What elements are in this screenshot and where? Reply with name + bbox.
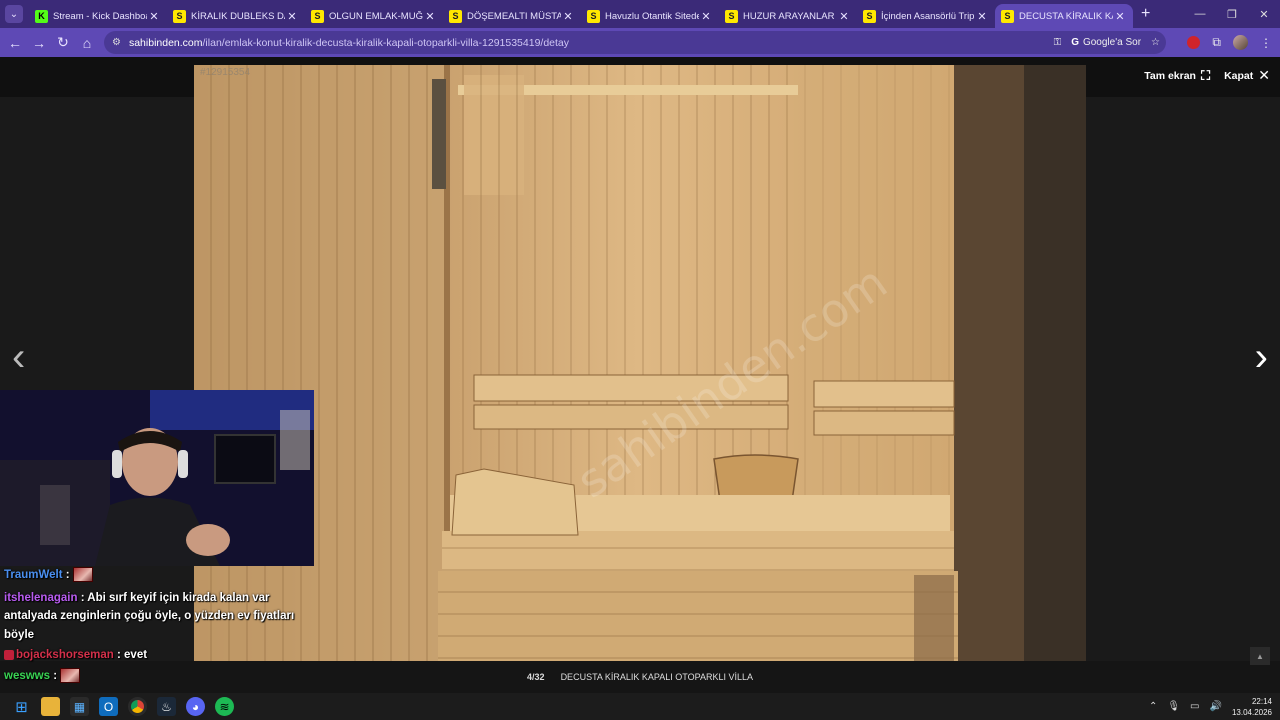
discord-icon[interactable]: ◕ bbox=[186, 697, 205, 716]
address-toolbar: ← → ↻ ⌂ ⚙ sahibinden.com/ilan/emlak-konu… bbox=[0, 28, 1280, 57]
url-text: sahibinden.com/ilan/emlak-konut-kiralik-… bbox=[128, 36, 570, 49]
fullscreen-button[interactable]: Tam ekran ⛶ bbox=[1144, 68, 1210, 84]
tab-title: Havuzlu Otantik Sitede Ki bbox=[605, 10, 699, 22]
close-tab-icon[interactable]: ✕ bbox=[699, 10, 713, 23]
chat-username: weswws bbox=[4, 669, 51, 682]
url-bar[interactable]: ⚙ sahibinden.com/ilan/emlak-konut-kirali… bbox=[104, 31, 1166, 54]
tab-title: Stream - Kick Dashboard bbox=[53, 10, 147, 22]
chat-badge-icon bbox=[4, 649, 14, 660]
next-photo-arrow-icon[interactable]: › bbox=[1255, 335, 1268, 380]
new-tab-button[interactable]: + bbox=[1141, 5, 1150, 23]
window-controls: — ❐ ✕ bbox=[1184, 0, 1280, 28]
close-tab-icon[interactable]: ✕ bbox=[147, 10, 161, 23]
chat-username: TraumWelt bbox=[4, 569, 63, 581]
close-tab-icon[interactable]: ✕ bbox=[423, 10, 437, 23]
spotify-icon[interactable]: ≋ bbox=[215, 697, 234, 716]
file-explorer-icon[interactable] bbox=[41, 697, 60, 716]
chat-message: TraumWelt : bbox=[4, 566, 314, 585]
tab-4[interactable]: S Havuzlu Otantik Sitede Ki ✕ bbox=[581, 4, 719, 28]
chat-message: itshelenagain : Abi sırf keyif için kira… bbox=[4, 591, 295, 641]
tab-0[interactable]: K Stream - Kick Dashboard ✕ bbox=[29, 4, 167, 28]
sahibinden-favicon-icon: S bbox=[449, 9, 462, 23]
outlook-icon[interactable]: O bbox=[99, 697, 118, 716]
tab-title: İçinden Asansörlü Triplek bbox=[881, 10, 975, 22]
tab-1[interactable]: S KİRALIK DUBLEKS DAİRE ✕ bbox=[167, 4, 305, 28]
chat-username: bojackshorseman bbox=[16, 649, 114, 661]
menu-dots-icon[interactable]: ⋮ bbox=[1260, 36, 1272, 50]
tab-6[interactable]: S İçinden Asansörlü Triplek ✕ bbox=[857, 4, 995, 28]
emote-icon bbox=[60, 667, 81, 683]
extension-red-icon[interactable] bbox=[1187, 36, 1201, 49]
tab-2[interactable]: S OLGUN EMLAK-MUĞLA M ✕ bbox=[305, 4, 443, 28]
browser-tab-bar: ⌄ K Stream - Kick Dashboard ✕ S KİRALIK … bbox=[0, 0, 1280, 28]
forward-icon[interactable]: → bbox=[27, 31, 51, 55]
tab-5[interactable]: S HUZUR ARAYANLAR İÇİN ✕ bbox=[719, 4, 857, 28]
tab-3[interactable]: S DÖŞEMEALTI MÜSTAKİL 4 ✕ bbox=[443, 4, 581, 28]
site-info-icon[interactable]: ⚙ bbox=[112, 37, 121, 48]
display-icon[interactable]: ▭ bbox=[1190, 701, 1199, 712]
chat-username: itshelenagain bbox=[4, 591, 78, 604]
sahibinden-favicon-icon: S bbox=[1001, 9, 1014, 23]
tab-title: DECUSTA KİRALIK KAPALI bbox=[1019, 10, 1113, 22]
clock-date: 13.04.2026 bbox=[1231, 707, 1272, 717]
bookmark-star-icon[interactable]: ☆ bbox=[1151, 37, 1160, 48]
stream-chat: TraumWelt : itshelenagain : Abi sırf key… bbox=[0, 566, 314, 685]
windows-taskbar: ⊞ ▦ O ♨ ◕ ≋ ⌃ 🎙 ▭ 🔊 22:14 13.04.2026 bbox=[0, 693, 1280, 720]
sahibinden-favicon-icon: S bbox=[863, 9, 876, 23]
tab-title: OLGUN EMLAK-MUĞLA M bbox=[329, 10, 423, 22]
back-icon[interactable]: ← bbox=[3, 31, 27, 55]
volume-icon[interactable]: 🔊 bbox=[1210, 701, 1222, 712]
close-tab-icon[interactable]: ✕ bbox=[837, 10, 851, 23]
close-window-icon[interactable]: ✕ bbox=[1248, 0, 1280, 28]
extensions-puzzle-icon[interactable]: ⧉ bbox=[1212, 35, 1221, 50]
key-icon[interactable]: ⚿ bbox=[1054, 37, 1062, 48]
close-tab-icon[interactable]: ✕ bbox=[1113, 10, 1127, 23]
tray-expand-icon[interactable]: ⌃ bbox=[1149, 701, 1157, 712]
photo-counter: 4/32 bbox=[527, 672, 545, 682]
tab-title: DÖŞEMEALTI MÜSTAKİL 4 bbox=[467, 10, 561, 22]
listing-photo: sahibinden.com bbox=[194, 65, 1086, 661]
chat-message: weswws : bbox=[4, 667, 314, 686]
google-lens-button[interactable]: G Google'a Sor bbox=[1071, 37, 1141, 48]
tab-7-active[interactable]: S DECUSTA KİRALIK KAPALI ✕ bbox=[995, 4, 1133, 28]
photo-id: #12915354 bbox=[200, 67, 251, 78]
emote-icon bbox=[72, 567, 93, 583]
steam-icon[interactable]: ♨ bbox=[157, 697, 176, 716]
fullscreen-icon: ⛶ bbox=[1200, 67, 1211, 83]
chat-message: bojackshorseman : evet bbox=[4, 646, 314, 665]
windows-start-icon[interactable]: ⊞ bbox=[12, 697, 31, 716]
close-tab-icon[interactable]: ✕ bbox=[975, 10, 989, 23]
previous-photo-arrow-icon[interactable]: ‹ bbox=[12, 335, 25, 380]
chrome-icon[interactable] bbox=[128, 697, 147, 716]
close-tab-icon[interactable]: ✕ bbox=[561, 10, 575, 23]
microphone-icon[interactable]: 🎙 bbox=[1167, 701, 1180, 712]
sahibinden-favicon-icon: S bbox=[587, 9, 600, 23]
kick-favicon-icon: K bbox=[35, 9, 48, 23]
reload-icon[interactable]: ↻ bbox=[51, 31, 75, 55]
system-tray: ⌃ 🎙 ▭ 🔊 22:14 13.04.2026 bbox=[1149, 693, 1272, 720]
clock[interactable]: 22:14 13.04.2026 bbox=[1232, 696, 1272, 718]
chat-text: evet bbox=[124, 649, 148, 661]
sahibinden-favicon-icon: S bbox=[725, 9, 738, 23]
close-viewer-button[interactable]: Kapat ✕ bbox=[1224, 67, 1270, 84]
home-icon[interactable]: ⌂ bbox=[75, 31, 99, 55]
clock-time: 22:14 bbox=[1251, 696, 1272, 706]
store-icon[interactable]: ▦ bbox=[70, 697, 89, 716]
scroll-to-top-button[interactable]: ▲ bbox=[1250, 647, 1270, 665]
restore-icon[interactable]: ❐ bbox=[1216, 0, 1248, 28]
viewer-actions: Tam ekran ⛶ Kapat ✕ bbox=[1144, 67, 1270, 84]
streamer-webcam bbox=[0, 390, 314, 566]
tab-title: HUZUR ARAYANLAR İÇİN bbox=[743, 10, 837, 22]
minimize-icon[interactable]: — bbox=[1184, 0, 1216, 28]
sahibinden-favicon-icon: S bbox=[173, 9, 186, 23]
listing-title: DECUSTA KİRALIK KAPALI OTOPARKLI VİLLA bbox=[560, 672, 753, 682]
close-icon: ✕ bbox=[1258, 67, 1270, 83]
tab-search-button[interactable]: ⌄ bbox=[5, 5, 23, 23]
sahibinden-favicon-icon: S bbox=[311, 9, 324, 23]
extensions-area: ⧉ ⋮ bbox=[1187, 28, 1272, 57]
tab-title: KİRALIK DUBLEKS DAİRE bbox=[191, 10, 285, 22]
close-tab-icon[interactable]: ✕ bbox=[285, 10, 299, 23]
profile-avatar[interactable] bbox=[1233, 35, 1248, 50]
